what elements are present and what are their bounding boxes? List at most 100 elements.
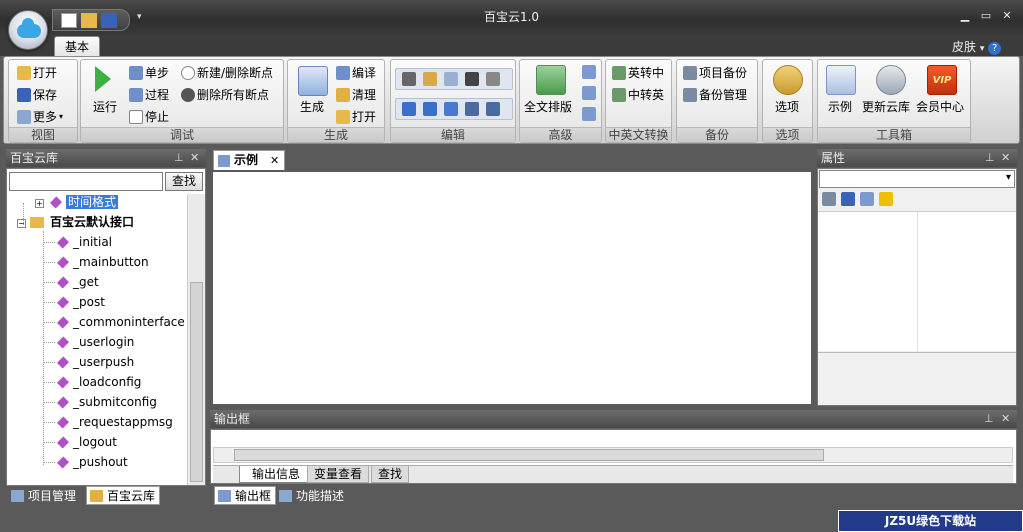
tree-item-label: _get (73, 275, 99, 289)
procedure-button[interactable]: 过程 (129, 86, 169, 103)
close-panel-icon[interactable]: ✕ (1001, 410, 1010, 428)
run-icon (95, 66, 111, 92)
member-center-button[interactable]: 会员中心 (916, 98, 964, 115)
minimize-button[interactable]: ▁ (956, 9, 974, 22)
tree-item[interactable]: _userlogin (43, 332, 134, 352)
library-scrollbar[interactable] (187, 194, 205, 485)
en-to-cn-button[interactable]: 英转中 (612, 64, 664, 81)
pin-icon[interactable]: ⊥ (174, 149, 184, 167)
events-icon[interactable] (879, 192, 893, 206)
open-button[interactable]: 打开 (17, 64, 57, 81)
pin-icon[interactable]: ⊥ (985, 149, 995, 167)
sort-az-icon[interactable] (841, 192, 855, 206)
tree-item[interactable]: _pushout (43, 452, 128, 472)
copy-icon[interactable] (444, 72, 458, 86)
step-button[interactable]: 单步 (129, 64, 169, 81)
expand-icon[interactable]: + (35, 199, 44, 208)
tab-project-management[interactable]: 项目管理 (8, 487, 81, 506)
skin-menu[interactable]: 皮肤 ▾ ? (952, 38, 1002, 55)
tree-item[interactable]: _logout (43, 432, 117, 452)
full-format-button[interactable]: 全文排版 (524, 98, 572, 115)
tab-find[interactable]: 查找 (371, 466, 410, 483)
example-button[interactable]: 示例 (828, 98, 852, 115)
function-icon (56, 276, 70, 289)
tab-basic[interactable]: 基本 (54, 36, 100, 57)
project-backup-button[interactable]: 项目备份 (683, 64, 747, 81)
undo-icon[interactable] (402, 102, 416, 116)
chevron-down-icon: ▾ (1005, 172, 1011, 183)
update-library-button[interactable]: 更新云库 (862, 98, 910, 115)
save-button[interactable]: 保存 (17, 86, 57, 103)
tab-function-description[interactable]: 功能描述 (276, 487, 348, 506)
editor-tab-close-icon[interactable]: ✕ (270, 151, 279, 170)
close-button[interactable]: ✕ (998, 9, 1016, 22)
function-icon (56, 256, 70, 269)
editor-tab-example[interactable]: 示例 ✕ (213, 150, 285, 170)
run-button[interactable]: 运行 (93, 98, 117, 115)
close-panel-icon[interactable]: ✕ (190, 149, 199, 167)
app-menu-button[interactable] (8, 10, 48, 50)
delete-icon[interactable] (465, 72, 479, 86)
adv-tool2-icon[interactable] (582, 86, 596, 100)
property-pages-icon[interactable] (860, 192, 874, 206)
help-icon[interactable]: ? (988, 42, 1002, 55)
tree-item[interactable]: _get (43, 272, 99, 292)
group-label-toolbox: 工具箱 (818, 127, 970, 142)
restore-button[interactable]: ▭ (977, 9, 995, 22)
tab-library[interactable]: 百宝云库 (86, 486, 161, 505)
tree-branch-line (43, 462, 55, 463)
tree-item[interactable]: _commoninterface (43, 312, 185, 332)
categorized-icon[interactable] (822, 192, 836, 206)
property-grid-divider (917, 212, 918, 352)
cut-icon[interactable] (402, 72, 416, 86)
clean-button[interactable]: 清理 (336, 86, 376, 103)
function-icon (56, 416, 70, 429)
cn-to-en-button[interactable]: 中转英 (612, 86, 664, 103)
tree-item[interactable]: _mainbutton (43, 252, 149, 272)
find-replace-icon[interactable] (444, 102, 458, 116)
tree-item[interactable]: _post (43, 292, 105, 312)
tab-variable-watch[interactable]: 变量查看 (307, 466, 370, 483)
group-backup: 项目备份 备份管理 备份 (676, 59, 758, 143)
adv-tool1-icon[interactable] (582, 65, 596, 79)
paste-icon[interactable] (423, 72, 437, 86)
tree-item[interactable]: _loadconfig (43, 372, 141, 392)
build-open-button[interactable]: 打开 (336, 108, 376, 125)
tree-node-time-format[interactable]: + 时间格式 (35, 192, 119, 212)
build-button[interactable]: 生成 (300, 98, 324, 115)
options-button[interactable]: 选项 (775, 98, 799, 115)
property-grid[interactable] (818, 211, 1016, 352)
code-editor[interactable] (211, 170, 813, 406)
outdent-icon[interactable] (486, 102, 500, 116)
properties-object-select[interactable]: ▾ (819, 170, 1015, 188)
pin-icon[interactable]: ⊥ (984, 410, 994, 428)
collapse-icon[interactable]: − (17, 219, 26, 228)
group-label-backup: 备份 (677, 127, 757, 142)
step-icon (129, 65, 143, 80)
compile-button[interactable]: 编译 (336, 64, 376, 81)
library-search-button[interactable]: 查找 (165, 172, 203, 191)
tree-item[interactable]: _initial (43, 232, 112, 252)
tree-branch-line (43, 382, 55, 383)
select-all-icon[interactable] (486, 72, 500, 86)
adv-tool3-icon[interactable] (582, 107, 596, 121)
output-scroll-thumb[interactable] (234, 449, 824, 461)
tree-node-default-interface[interactable]: − 百宝云默认接口 (17, 212, 134, 232)
tree-item[interactable]: _submitconfig (43, 392, 157, 412)
backup-manage-button[interactable]: 备份管理 (683, 86, 747, 103)
redo-icon[interactable] (423, 102, 437, 116)
stop-button[interactable]: 停止 (129, 108, 169, 125)
tree-item[interactable]: _userpush (43, 352, 134, 372)
library-scroll-thumb[interactable] (190, 282, 203, 482)
output-hscrollbar[interactable] (213, 447, 1013, 463)
tab-output-box[interactable]: 输出框 (214, 486, 277, 505)
toggle-breakpoint-button[interactable]: 新建/删除断点 (181, 64, 273, 81)
more-button[interactable]: 更多 ▾ (17, 108, 63, 125)
close-panel-icon[interactable]: ✕ (1001, 149, 1010, 167)
delete-all-breakpoints-button[interactable]: 删除所有断点 (181, 86, 269, 103)
tree-item[interactable]: _requestappmsg (43, 412, 173, 432)
indent-icon[interactable] (465, 102, 479, 116)
output-panel-header: 输出框 ⊥ ✕ (210, 410, 1017, 428)
library-search-input[interactable] (9, 172, 163, 191)
tab-output-info[interactable]: 输出信息 (239, 466, 310, 483)
